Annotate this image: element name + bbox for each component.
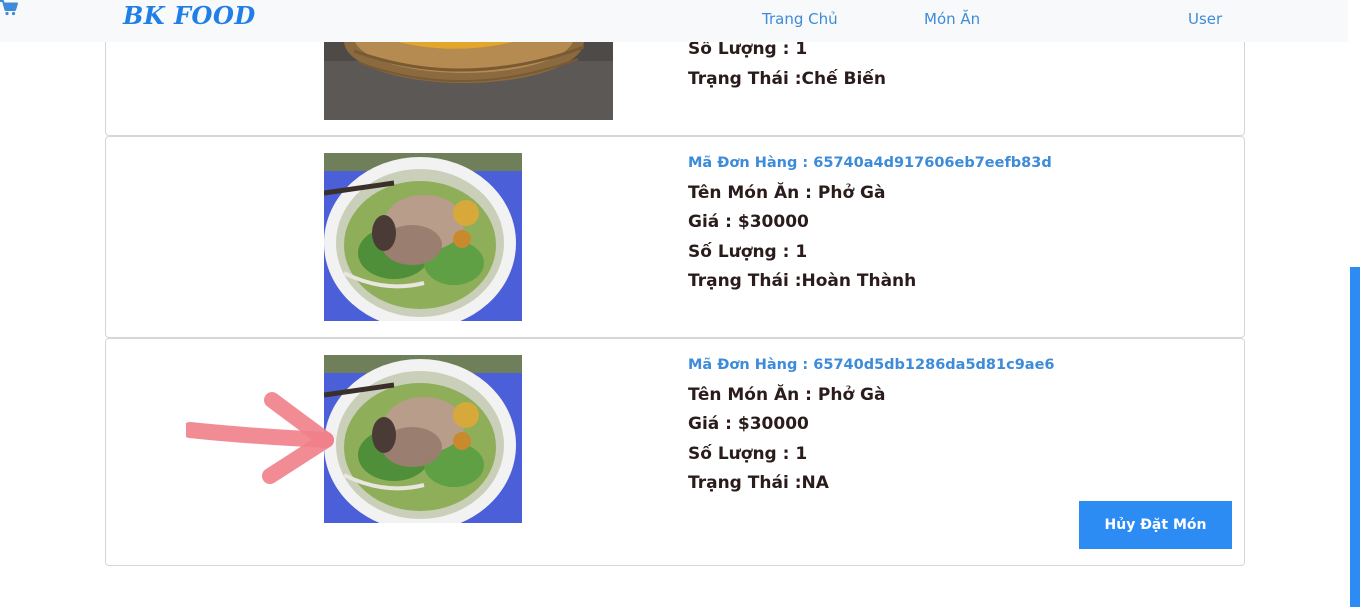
dish-name: Tên Món Ăn : Phở Gà [688, 182, 886, 203]
pho-ga-photo [324, 355, 522, 523]
order-status: Trạng Thái :Chế Biến [688, 68, 886, 89]
order-price: Giá : $30000 [688, 212, 809, 232]
scrollbar-thumb[interactable] [1350, 267, 1360, 607]
pho-ga-photo [324, 153, 522, 321]
nav-food-link[interactable]: Món Ăn [924, 10, 980, 28]
brand-logo[interactable]: BK FOOD [123, 1, 256, 30]
order-quantity: Số Lượng : 1 [688, 443, 808, 464]
order-id: Mã Đơn Hàng : 65740a4d917606eb7eefb83d [688, 155, 1052, 171]
order-status: Trạng Thái :Hoàn Thành [688, 271, 917, 291]
cancel-order-button[interactable]: Hủy Đặt Món [1079, 501, 1232, 549]
navbar: BK FOOD Trang Chủ Món Ăn User [0, 0, 1348, 42]
cart-icon[interactable] [0, 0, 18, 20]
order-quantity: Số Lượng : 1 [688, 241, 808, 262]
annotation-arrow-icon [186, 392, 334, 484]
order-status: Trạng Thái :NA [688, 473, 829, 493]
nav-home-link[interactable]: Trang Chủ [762, 10, 838, 28]
dish-name: Tên Món Ăn : Phở Gà [688, 384, 886, 405]
order-id: Mã Đơn Hàng : 65740d5db1286da5d81c9ae6 [688, 357, 1055, 373]
order-info: Mã Đơn Hàng : 65740a4d917606eb7eefb83d T… [688, 149, 1052, 297]
order-info: Số Lượng : 1 Trạng Thái :Chế Biến [688, 35, 886, 94]
nav-user-link[interactable]: User [1188, 10, 1222, 28]
order-info: Mã Đơn Hàng : 65740d5db1286da5d81c9ae6 T… [688, 351, 1055, 499]
order-card: Mã Đơn Hàng : 65740a4d917606eb7eefb83d T… [105, 136, 1245, 338]
order-price: Giá : $30000 [688, 414, 809, 434]
